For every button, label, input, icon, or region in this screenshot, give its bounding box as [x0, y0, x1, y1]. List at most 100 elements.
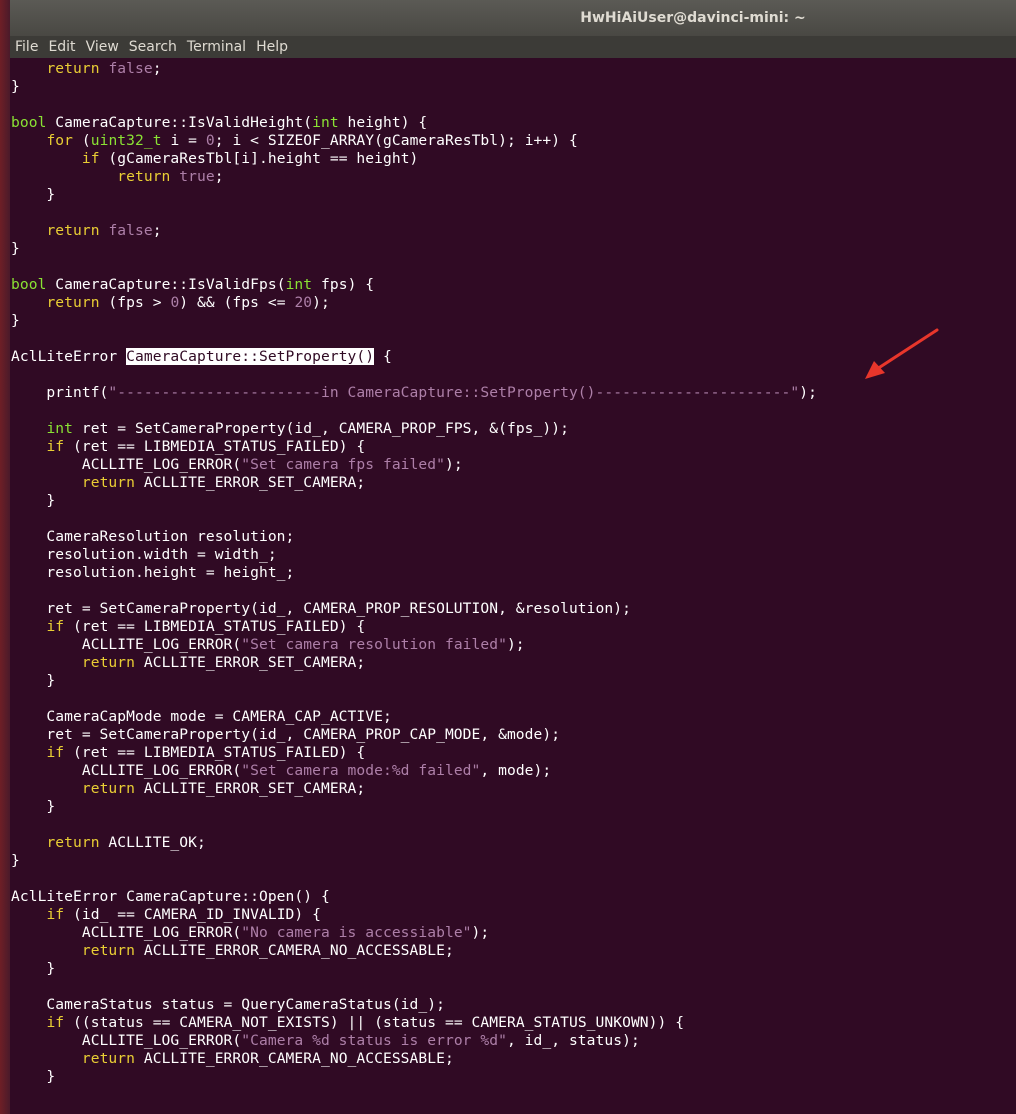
- code-token: ) && (fps <=: [179, 294, 295, 311]
- code-token: ACLLITE_LOG_ERROR(: [11, 762, 242, 779]
- menu-help[interactable]: Help: [251, 36, 293, 58]
- code-token: false: [108, 60, 153, 77]
- code-line: }: [11, 852, 20, 870]
- code-token: }: [11, 960, 56, 977]
- code-token: , mode);: [480, 762, 552, 779]
- code-token: return: [46, 834, 100, 851]
- code-token: "Set camera resolution failed": [241, 636, 507, 653]
- code-token: (gCameraResTbl[i].height == height): [99, 150, 419, 167]
- code-token: 20: [294, 294, 313, 311]
- selected-text: CameraCapture::SetProperty(): [126, 348, 375, 365]
- code-token: ACLLITE_LOG_ERROR(: [11, 1032, 242, 1049]
- code-token: 0: [205, 132, 215, 149]
- code-line: bool CameraCapture::IsValidFps(int fps) …: [11, 276, 374, 294]
- code-line: return false;: [11, 222, 162, 240]
- code-token: return: [46, 222, 100, 239]
- code-line: if (ret == LIBMEDIA_STATUS_FAILED) {: [11, 618, 365, 636]
- code-line: CameraStatus status = QueryCameraStatus(…: [11, 996, 445, 1014]
- code-token: if: [46, 744, 65, 761]
- terminal-content[interactable]: return false;} bool CameraCapture::IsVali…: [10, 60, 1016, 1114]
- code-token: );: [312, 294, 330, 311]
- code-token: }: [11, 492, 56, 509]
- code-token: return: [46, 294, 100, 311]
- code-token: ACLLITE_ERROR_CAMERA_NO_ACCESSABLE;: [135, 942, 454, 959]
- code-token: }: [11, 852, 20, 869]
- code-token: ACLLITE_ERROR_SET_CAMERA;: [135, 474, 366, 491]
- code-line: return ACLLITE_ERROR_CAMERA_NO_ACCESSABL…: [11, 1050, 454, 1068]
- code-token: int: [285, 276, 313, 293]
- code-token: int: [46, 420, 74, 437]
- code-token: resolution.width = width_;: [11, 546, 277, 563]
- code-token: return: [81, 474, 135, 491]
- code-token: ret = SetCameraProperty(id_, CAMERA_PROP…: [73, 420, 569, 437]
- code-token: }: [11, 798, 56, 815]
- code-token: }: [11, 312, 20, 329]
- code-token: );: [506, 636, 525, 653]
- code-token: {: [374, 348, 392, 365]
- code-token: false: [108, 222, 153, 239]
- code-token: if: [46, 1014, 65, 1031]
- code-line: }: [11, 492, 55, 510]
- code-line: resolution.width = width_;: [11, 546, 277, 564]
- code-token: CameraStatus status = QueryCameraStatus(…: [11, 996, 445, 1013]
- code-token: (ret == LIBMEDIA_STATUS_FAILED) {: [64, 744, 366, 761]
- code-token: CameraResolution resolution;: [11, 528, 295, 545]
- code-line: CameraResolution resolution;: [11, 528, 294, 546]
- code-token: return: [81, 654, 135, 671]
- code-token: }: [11, 1068, 56, 1085]
- menu-terminal[interactable]: Terminal: [182, 36, 251, 58]
- code-line: }: [11, 672, 55, 690]
- menu-view[interactable]: View: [81, 36, 124, 58]
- code-line: ACLLITE_LOG_ERROR("No camera is accessia…: [11, 924, 489, 942]
- code-line: int ret = SetCameraProperty(id_, CAMERA_…: [11, 420, 569, 438]
- code-token: );: [471, 924, 490, 941]
- code-token: ACLLITE_ERROR_CAMERA_NO_ACCESSABLE;: [135, 1050, 454, 1067]
- code-token: 0: [170, 294, 180, 311]
- menu-file[interactable]: File: [10, 36, 43, 58]
- code-token: "Set camera fps failed": [241, 456, 445, 473]
- code-token: (id_ == CAMERA_ID_INVALID) {: [64, 906, 321, 923]
- code-token: ACLLITE_LOG_ERROR(: [11, 456, 242, 473]
- code-line: return ACLLITE_ERROR_CAMERA_NO_ACCESSABL…: [11, 942, 454, 960]
- code-token: return: [81, 780, 135, 797]
- code-line: AclLiteError CameraCapture::SetProperty(…: [11, 348, 392, 366]
- code-token: printf(: [11, 384, 109, 401]
- code-token: true: [179, 168, 215, 185]
- code-token: if: [46, 906, 65, 923]
- code-line: if ((status == CAMERA_NOT_EXISTS) || (st…: [11, 1014, 684, 1032]
- code-line: if (ret == LIBMEDIA_STATUS_FAILED) {: [11, 744, 365, 762]
- code-token: if: [46, 618, 65, 635]
- code-line: AclLiteError CameraCapture::Open() {: [11, 888, 330, 906]
- title-bar[interactable]: HwHiAiUser@davinci-mini: ~: [10, 0, 1016, 36]
- code-token: return: [81, 1050, 135, 1067]
- code-line: if (ret == LIBMEDIA_STATUS_FAILED) {: [11, 438, 365, 456]
- code-line: }: [11, 240, 20, 258]
- code-token: ; i < SIZEOF_ARRAY(gCameraResTbl); i++) …: [214, 132, 578, 149]
- code-token: );: [799, 384, 817, 401]
- code-token: "Camera %d status is error %d": [241, 1032, 507, 1049]
- menu-edit[interactable]: Edit: [43, 36, 80, 58]
- code-token: ACLLITE_ERROR_SET_CAMERA;: [135, 780, 366, 797]
- code-token: CameraCapMode mode = CAMERA_CAP_ACTIVE;: [11, 708, 392, 725]
- code-token: }: [11, 78, 20, 95]
- red-arrow-annotation: [865, 328, 939, 379]
- code-line: resolution.height = height_;: [11, 564, 294, 582]
- code-line: printf("-----------------------in Camera…: [11, 384, 817, 402]
- code-line: ACLLITE_LOG_ERROR("Set camera mode:%d fa…: [11, 762, 551, 780]
- code-token: }: [11, 240, 20, 257]
- code-line: for (uint32_t i = 0; i < SIZEOF_ARRAY(gC…: [11, 132, 578, 150]
- menu-search[interactable]: Search: [124, 36, 182, 58]
- code-token: ret = SetCameraProperty(id_, CAMERA_PROP…: [11, 600, 631, 617]
- code-line: return ACLLITE_ERROR_SET_CAMERA;: [11, 654, 365, 672]
- code-token: bool: [11, 114, 47, 131]
